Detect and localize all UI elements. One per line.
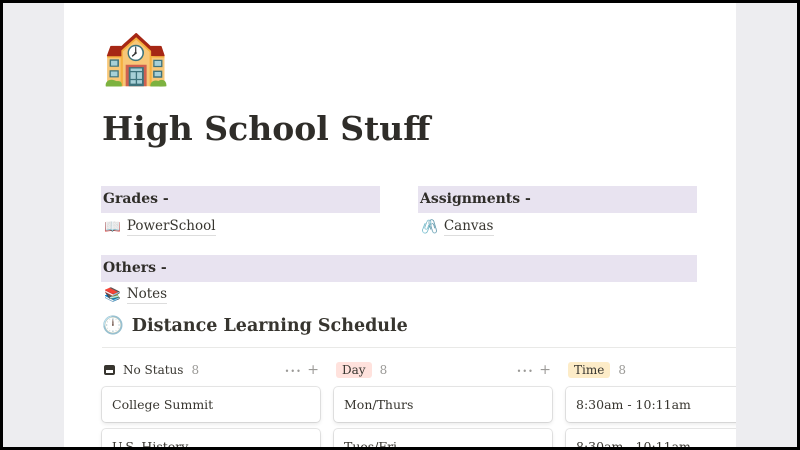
- app-window: 🏫 High School Stuff Grades - 📖 PowerScho…: [3, 3, 797, 447]
- link-text: Canvas: [443, 218, 494, 236]
- paperclip-icon: 🖇️: [421, 219, 438, 235]
- divider: [102, 347, 736, 348]
- add-icon[interactable]: +: [539, 362, 552, 378]
- canvas-link[interactable]: 🖇️ Canvas: [421, 218, 494, 236]
- more-icon[interactable]: •••: [517, 367, 534, 376]
- column-count: 8: [191, 363, 200, 377]
- column-header-time[interactable]: Time 8: [568, 359, 736, 381]
- school-icon[interactable]: 🏫: [102, 27, 169, 87]
- column-count: 8: [379, 363, 388, 377]
- column-label: Time: [568, 362, 611, 378]
- column-label: Day: [336, 362, 372, 378]
- schedule-heading[interactable]: 🕛 Distance Learning Schedule: [102, 316, 408, 336]
- book-icon: 📖: [104, 219, 121, 235]
- schedule-title: Distance Learning Schedule: [131, 316, 408, 336]
- books-icon: 📚: [104, 287, 121, 303]
- page-title[interactable]: High School Stuff: [102, 109, 430, 148]
- add-icon[interactable]: +: [307, 362, 320, 378]
- card[interactable]: 8:30am - 10:11am: [566, 387, 736, 422]
- more-icon[interactable]: •••: [285, 367, 302, 376]
- grades-heading: Grades -: [101, 186, 380, 213]
- card[interactable]: Tues/Fri: [334, 429, 552, 447]
- column-count: 8: [618, 363, 626, 377]
- clock-icon: 🕛: [102, 316, 124, 336]
- column-header-day[interactable]: Day 8 ••• +: [336, 359, 552, 381]
- link-text: PowerSchool: [126, 218, 216, 236]
- notes-link[interactable]: 📚 Notes: [104, 286, 168, 304]
- link-text: Notes: [126, 286, 168, 304]
- page: 🏫 High School Stuff Grades - 📖 PowerScho…: [64, 3, 736, 447]
- inbox-icon: [104, 365, 115, 375]
- card[interactable]: 8:30am - 10:11am: [566, 429, 736, 447]
- card[interactable]: College Summit: [102, 387, 320, 422]
- column-header-no-status[interactable]: No Status 8 ••• +: [104, 359, 320, 381]
- others-heading: Others -: [101, 255, 697, 282]
- powerschool-link[interactable]: 📖 PowerSchool: [104, 218, 216, 236]
- assignments-heading: Assignments -: [418, 186, 697, 213]
- card[interactable]: Mon/Thurs: [334, 387, 552, 422]
- column-label: No Status: [123, 363, 184, 377]
- card[interactable]: U.S. History: [102, 429, 320, 447]
